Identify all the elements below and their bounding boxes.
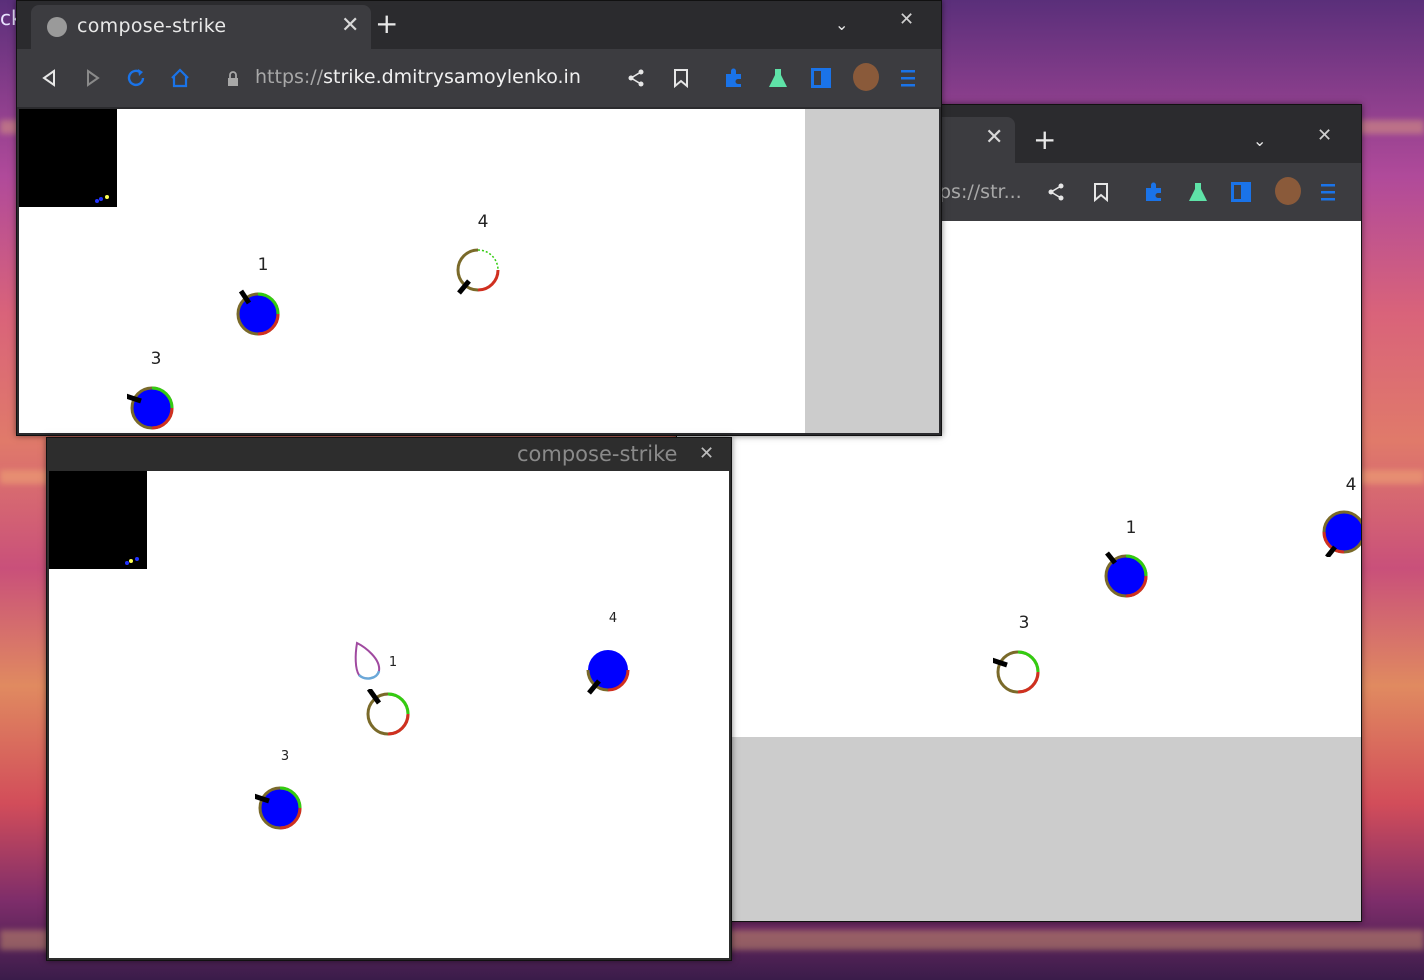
- app-title-bar[interactable]: compose-strike ✕: [47, 438, 731, 471]
- mouse-cursor: [354, 641, 381, 680]
- player-marker: [1322, 510, 1361, 557]
- globe-icon: [47, 17, 67, 37]
- url-host: strike.dmitrysamoylenko.in: [323, 66, 581, 88]
- minimap-dot: [99, 197, 103, 201]
- player-label: 1: [257, 255, 269, 275]
- minimap-dot: [105, 195, 109, 199]
- window-title: compose-strike: [517, 442, 678, 466]
- app-window: compose-strike ✕ 1 4 3: [46, 437, 732, 961]
- window-close-button[interactable]: ✕: [899, 9, 914, 30]
- forward-icon[interactable]: [85, 69, 101, 87]
- tab-close-icon[interactable]: ✕: [341, 13, 359, 38]
- sidepanel-icon[interactable]: [1231, 182, 1251, 202]
- player-marker: [127, 386, 174, 430]
- toolbar: https://strike.dmitrysamoylenko.in: [17, 49, 941, 107]
- tab-compose-strike[interactable]: compose-strike ✕: [31, 5, 371, 49]
- bookmark-icon[interactable]: [1093, 182, 1109, 202]
- tab-close-icon[interactable]: ✕: [985, 125, 1003, 150]
- minimap-dot: [135, 557, 139, 561]
- back-icon[interactable]: [41, 69, 57, 87]
- player-label: 3: [1018, 613, 1030, 633]
- tab-search-chevron-icon[interactable]: ⌄: [835, 15, 848, 34]
- tab-title: compose-strike: [77, 15, 227, 37]
- window-close-button[interactable]: ✕: [699, 443, 714, 464]
- player-marker: [366, 689, 410, 736]
- avatar[interactable]: [853, 63, 879, 91]
- window-close-button[interactable]: ✕: [1317, 125, 1332, 146]
- address-bar[interactable]: https://strike.dmitrysamoylenko.in: [255, 66, 581, 88]
- flask-icon[interactable]: [767, 67, 789, 89]
- canvas-offscreen-area: [677, 737, 1361, 921]
- reload-icon[interactable]: [125, 67, 147, 89]
- player-marker: [1104, 551, 1148, 598]
- share-icon[interactable]: [627, 69, 645, 87]
- canvas-offscreen-area: [805, 109, 939, 433]
- share-icon[interactable]: [1047, 183, 1065, 201]
- address-bar[interactable]: ps://str...: [939, 181, 1022, 203]
- minimap: [49, 471, 147, 569]
- tab-bar: compose-strike ✕ + ⌄ ✕: [17, 1, 941, 49]
- lock-icon[interactable]: [227, 71, 239, 87]
- menu-icon[interactable]: [901, 69, 915, 87]
- player-label: 3: [280, 749, 290, 764]
- player-marker: [586, 650, 630, 695]
- tab-search-chevron-icon[interactable]: ⌄: [1253, 131, 1266, 150]
- game-canvas[interactable]: 1 4 3: [19, 109, 939, 433]
- player-label: 1: [388, 655, 398, 670]
- bookmark-icon[interactable]: [673, 68, 689, 88]
- puzzle-icon[interactable]: [723, 67, 745, 89]
- player-label: 4: [1345, 475, 1357, 495]
- player-marker: [236, 289, 280, 336]
- player-label: 4: [477, 212, 489, 232]
- minimap-dot: [129, 559, 133, 563]
- player-label: 4: [608, 611, 618, 626]
- player-label: 1: [1125, 518, 1137, 538]
- minimap: [19, 109, 117, 207]
- browser-window-1: compose-strike ✕ + ⌄ ✕ https://strike.dm…: [16, 0, 942, 436]
- avatar[interactable]: [1275, 177, 1301, 205]
- player-marker: [255, 786, 302, 830]
- player-marker: [456, 248, 500, 295]
- game-canvas[interactable]: 1 4 3: [49, 471, 729, 958]
- flask-icon[interactable]: [1187, 181, 1209, 203]
- sidepanel-icon[interactable]: [811, 68, 831, 88]
- url-scheme: https://: [255, 66, 324, 88]
- player-label: 3: [150, 349, 162, 369]
- new-tab-button[interactable]: +: [375, 7, 398, 40]
- new-tab-button[interactable]: +: [1033, 123, 1056, 156]
- home-icon[interactable]: [169, 67, 191, 89]
- player-marker: [993, 650, 1040, 694]
- puzzle-icon[interactable]: [1143, 181, 1165, 203]
- menu-icon[interactable]: [1321, 183, 1335, 201]
